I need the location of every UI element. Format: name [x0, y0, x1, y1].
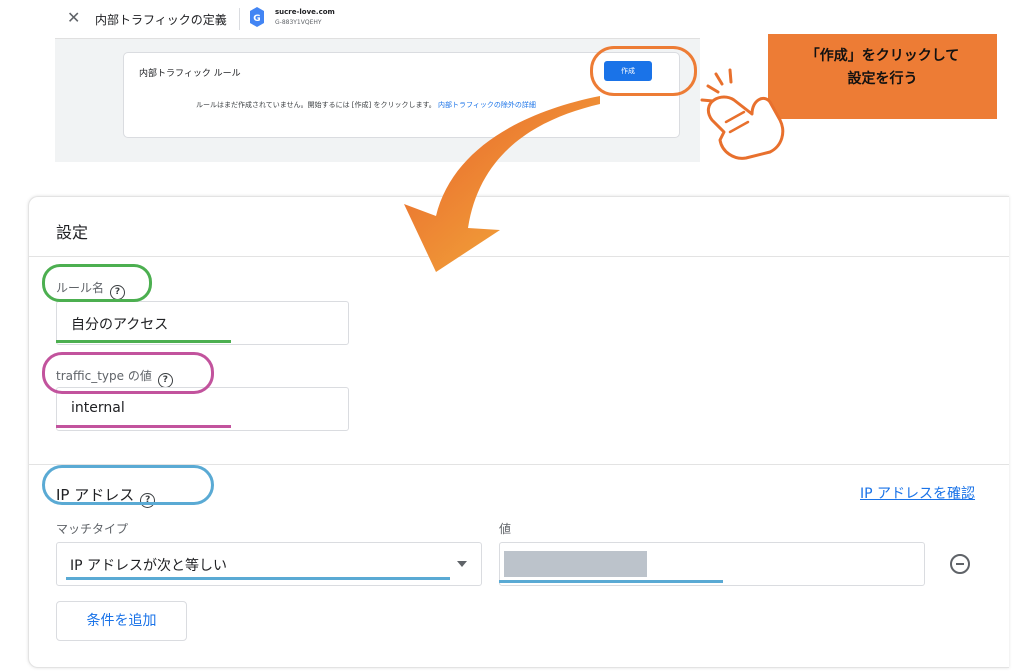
pointing-hand-icon	[700, 68, 785, 160]
